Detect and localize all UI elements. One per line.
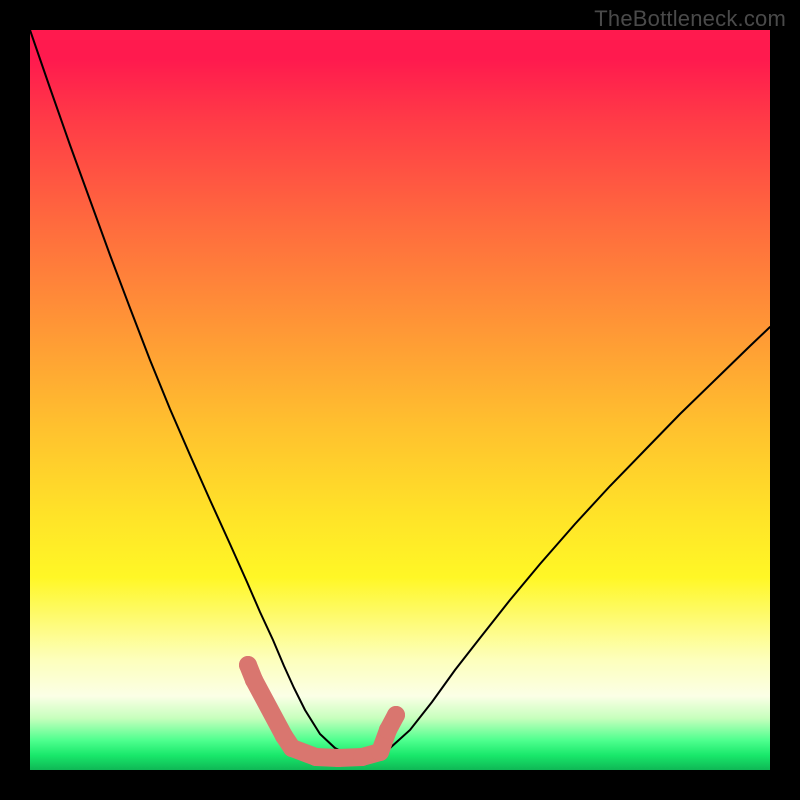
attribution-watermark: TheBottleneck.com <box>594 6 786 32</box>
outer-frame: TheBottleneck.com <box>0 0 800 800</box>
plot-area <box>30 30 770 770</box>
heat-gradient-background <box>30 30 770 770</box>
